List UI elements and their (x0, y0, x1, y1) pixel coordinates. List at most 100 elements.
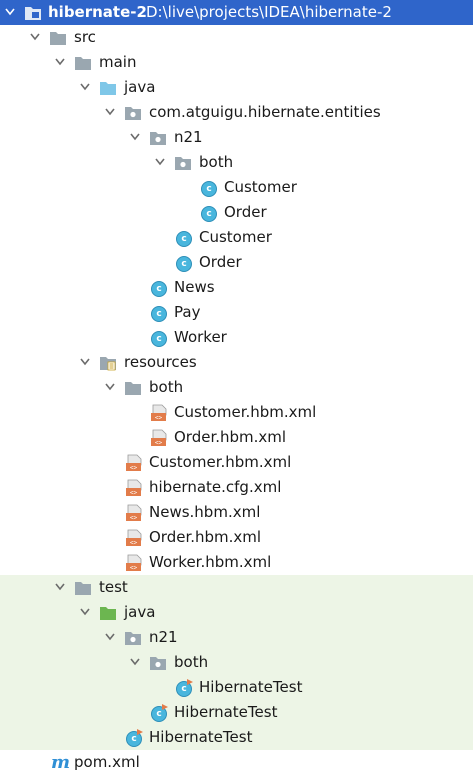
project-tree: hibernate-2 D:\live\projects\IDEA\hibern… (0, 0, 473, 775)
resources-folder-icon (99, 356, 117, 371)
test-source-folder-icon (100, 607, 116, 620)
chevron-down-icon[interactable] (130, 132, 140, 142)
folder-icon (75, 582, 91, 595)
tree-node-label: Customer.hbm.xml (174, 403, 317, 421)
tree-node-label: pom.xml (74, 753, 140, 771)
tree-node-label: HibernateTest (149, 728, 253, 746)
tree-node-label: Pay (174, 303, 201, 321)
tree-node-label: java (124, 78, 156, 96)
tree-node-main-java[interactable]: java (0, 75, 473, 100)
package-icon (125, 632, 141, 645)
tree-node-pom[interactable]: m pom.xml (0, 750, 473, 775)
tree-node-test-class[interactable]: c HibernateTest (0, 700, 473, 725)
tree-node-xml-file[interactable]: News.hbm.xml (0, 500, 473, 525)
chevron-down-icon[interactable] (80, 82, 90, 92)
tree-node-xml-file[interactable]: Order.hbm.xml (0, 525, 473, 550)
tree-node-xml-file[interactable]: hibernate.cfg.xml (0, 475, 473, 500)
tree-node-label: both (174, 653, 209, 671)
chevron-down-icon[interactable] (105, 632, 115, 642)
chevron-down-icon[interactable] (80, 357, 90, 367)
source-folder-icon (100, 82, 116, 95)
tree-node-label: hibernate.cfg.xml (149, 478, 282, 496)
tree-node-label: main (99, 53, 137, 71)
tree-node-class-worker[interactable]: c Worker (0, 325, 473, 350)
chevron-down-icon[interactable] (105, 107, 115, 117)
chevron-down-icon[interactable] (155, 157, 165, 167)
tree-node-class-news[interactable]: c News (0, 275, 473, 300)
tree-node-xml-file[interactable]: Customer.hbm.xml (0, 400, 473, 425)
xml-file-icon (126, 454, 142, 472)
chevron-down-icon[interactable] (30, 32, 40, 42)
tree-node-label: Worker (174, 328, 227, 346)
class-icon: c (150, 304, 168, 322)
tree-node-test-java[interactable]: java (0, 600, 473, 625)
xml-file-icon (126, 529, 142, 547)
chevron-down-icon[interactable] (55, 57, 65, 67)
test-class-icon: c (125, 729, 143, 747)
tree-node-label: com.atguigu.hibernate.entities (149, 103, 381, 121)
tree-node-class-customer[interactable]: c Customer (0, 225, 473, 250)
tree-node-label: Order.hbm.xml (174, 428, 287, 446)
tree-node-class-order[interactable]: c Order (0, 250, 473, 275)
xml-file-icon (151, 404, 167, 422)
test-class-icon: c (150, 704, 168, 722)
tree-node-label: News.hbm.xml (149, 503, 261, 521)
class-icon: c (150, 329, 168, 347)
chevron-down-icon[interactable] (80, 607, 90, 617)
tree-node-label: java (124, 603, 156, 621)
module-folder-icon (25, 7, 41, 20)
tree-node-label: Customer (224, 178, 297, 196)
chevron-down-icon[interactable] (130, 657, 140, 667)
chevron-down-icon[interactable] (105, 382, 115, 392)
tree-node-test-class[interactable]: c HibernateTest (0, 675, 473, 700)
folder-icon (50, 32, 66, 45)
tree-node-xml-file[interactable]: Worker.hbm.xml (0, 550, 473, 575)
tree-node-resources[interactable]: resources (0, 350, 473, 375)
test-class-icon: c (175, 679, 193, 697)
class-icon: c (175, 254, 193, 272)
xml-file-icon (126, 479, 142, 497)
folder-icon (125, 382, 141, 395)
tree-node-class-customer[interactable]: c Customer (0, 175, 473, 200)
tree-node-label: News (174, 278, 215, 296)
tree-node-class-pay[interactable]: c Pay (0, 300, 473, 325)
class-icon: c (200, 204, 218, 222)
tree-node-label: HibernateTest (174, 703, 278, 721)
package-icon (125, 107, 141, 120)
tree-node-xml-file[interactable]: Order.hbm.xml (0, 425, 473, 450)
tree-node-test-package-n21[interactable]: n21 (0, 625, 473, 650)
tree-node-test-class[interactable]: c HibernateTest (0, 725, 473, 750)
tree-node-label: Order (199, 253, 242, 271)
tree-node-test-package-both[interactable]: both (0, 650, 473, 675)
tree-node-label: n21 (149, 628, 178, 646)
package-icon (175, 157, 191, 170)
tree-node-main[interactable]: main (0, 50, 473, 75)
tree-node-src[interactable]: src (0, 25, 473, 50)
project-name: hibernate-2 (48, 3, 147, 21)
tree-node-resources-both[interactable]: both (0, 375, 473, 400)
tree-node-package-n21[interactable]: n21 (0, 125, 473, 150)
tree-node-label: Order.hbm.xml (149, 528, 262, 546)
xml-file-icon (126, 504, 142, 522)
chevron-down-icon[interactable] (55, 582, 65, 592)
class-icon: c (175, 229, 193, 247)
xml-file-icon (126, 554, 142, 572)
tree-node-label: both (199, 153, 234, 171)
package-icon (150, 657, 166, 670)
tree-node-package-both[interactable]: both (0, 150, 473, 175)
folder-icon (75, 57, 91, 70)
tree-node-project-root[interactable]: hibernate-2 D:\live\projects\IDEA\hibern… (0, 0, 473, 25)
tree-node-label: n21 (174, 128, 203, 146)
tree-node-package-entities[interactable]: com.atguigu.hibernate.entities (0, 100, 473, 125)
tree-node-class-order[interactable]: c Order (0, 200, 473, 225)
tree-node-test[interactable]: test (0, 575, 473, 600)
tree-node-xml-file[interactable]: Customer.hbm.xml (0, 450, 473, 475)
xml-file-icon (151, 429, 167, 447)
tree-node-label: Worker.hbm.xml (149, 553, 272, 571)
tree-node-label: Customer (199, 228, 272, 246)
maven-icon: m (51, 752, 71, 773)
chevron-down-icon[interactable] (5, 7, 15, 17)
tree-node-label: HibernateTest (199, 678, 303, 696)
package-icon (150, 132, 166, 145)
tree-node-label: Customer.hbm.xml (149, 453, 292, 471)
